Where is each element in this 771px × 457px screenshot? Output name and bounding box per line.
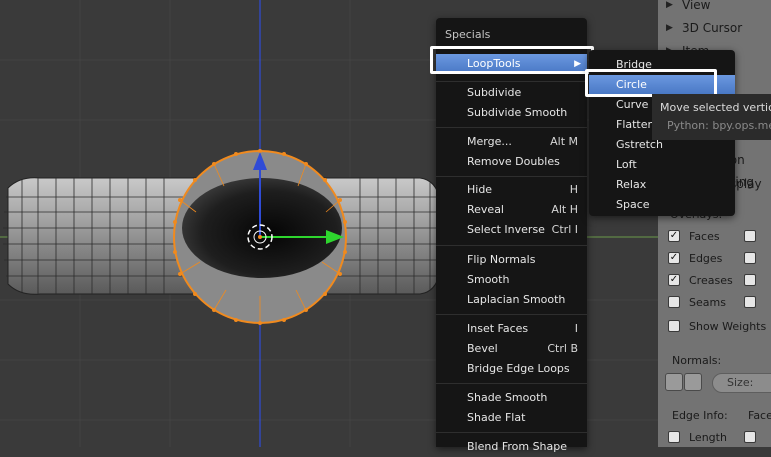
tooltip-python: Python: bpy.ops.mesh.looptools_circle() (667, 119, 771, 132)
menu-item-laplacian-smooth[interactable]: Laplacian Smooth (436, 290, 587, 310)
normals-label: Normals: (672, 354, 722, 367)
checkbox-unchecked[interactable] (744, 230, 756, 242)
creases-checkbox[interactable]: ✓ (668, 274, 680, 286)
menu-title: Specials (445, 28, 491, 41)
annotation-highlight-looptools (430, 46, 594, 74)
menu-item-smooth[interactable]: Smooth (436, 270, 587, 290)
menu-item-shade-flat[interactable]: Shade Flat (436, 408, 587, 428)
submenu-item-loft[interactable]: Loft (589, 155, 735, 175)
face-info-label: Face Info: (748, 409, 771, 422)
checkbox-unchecked[interactable] (744, 274, 756, 286)
menu-item-select-inverse[interactable]: Select Inverse Ctrl I (436, 220, 587, 240)
specials-menu: Specials LoopTools ▶ Subdivide Subdivide… (436, 18, 587, 453)
submenu-item-space[interactable]: Space (589, 195, 735, 215)
menu-item-blend-from-shape[interactable]: Blend From Shape (436, 437, 587, 457)
menu-divider (436, 383, 587, 384)
edges-label: Edges (689, 252, 723, 265)
menu-item-merge[interactable]: Merge... Alt M (436, 132, 587, 152)
checkbox-unchecked[interactable] (744, 296, 756, 308)
edges-checkbox[interactable]: ✓ (668, 252, 680, 264)
creases-label: Creases (689, 274, 733, 287)
menu-item-remove-doubles[interactable]: Remove Doubles (436, 152, 587, 172)
checkbox-unchecked[interactable] (744, 252, 756, 264)
length-label: Length (689, 431, 727, 444)
menu-item-subdivide-smooth[interactable]: Subdivide Smooth (436, 103, 587, 123)
panel-header-view[interactable]: ▶ View (658, 0, 771, 16)
collapsed-triangle-icon: ▶ (666, 0, 673, 10)
tooltip-description: Move selected vertices into a circle sha… (660, 101, 771, 114)
normals-size-field[interactable]: Size: (712, 373, 771, 393)
menu-divider (436, 314, 587, 315)
menu-divider (436, 81, 587, 82)
seams-label: Seams (689, 296, 726, 309)
menu-divider (436, 127, 587, 128)
faces-label: Faces (689, 230, 720, 243)
show-weights-checkbox[interactable] (668, 320, 680, 332)
menu-item-bevel[interactable]: Bevel Ctrl B (436, 339, 587, 359)
edge-info-label: Edge Info: (672, 409, 728, 422)
faces-checkbox[interactable]: ✓ (668, 230, 680, 242)
vertex-normals-icon[interactable] (665, 373, 683, 391)
panel-header-3d-cursor[interactable]: ▶ 3D Cursor (658, 17, 771, 39)
collapsed-triangle-icon: ▶ (666, 23, 673, 33)
menu-divider (436, 245, 587, 246)
menu-item-subdivide[interactable]: Subdivide (436, 83, 587, 103)
show-weights-label: Show Weights (689, 320, 767, 333)
checkbox-unchecked[interactable] (744, 431, 756, 443)
menu-item-hide[interactable]: Hide H (436, 180, 587, 200)
length-checkbox[interactable] (668, 431, 680, 443)
tooltip: Move selected vertices into a circle sha… (652, 94, 771, 140)
menu-item-flip-normals[interactable]: Flip Normals (436, 250, 587, 270)
menu-item-bridge-edge-loops[interactable]: Bridge Edge Loops (436, 359, 587, 379)
menu-item-shade-smooth[interactable]: Shade Smooth (436, 388, 587, 408)
seams-checkbox[interactable] (668, 296, 680, 308)
menu-divider (436, 432, 587, 433)
menu-item-reveal[interactable]: Reveal Alt H (436, 200, 587, 220)
menu-item-inset-faces[interactable]: Inset Faces I (436, 319, 587, 339)
annotation-highlight-circle (585, 69, 717, 97)
face-normals-icon[interactable] (684, 373, 702, 391)
menu-divider (436, 176, 587, 177)
submenu-item-relax[interactable]: Relax (589, 175, 735, 195)
